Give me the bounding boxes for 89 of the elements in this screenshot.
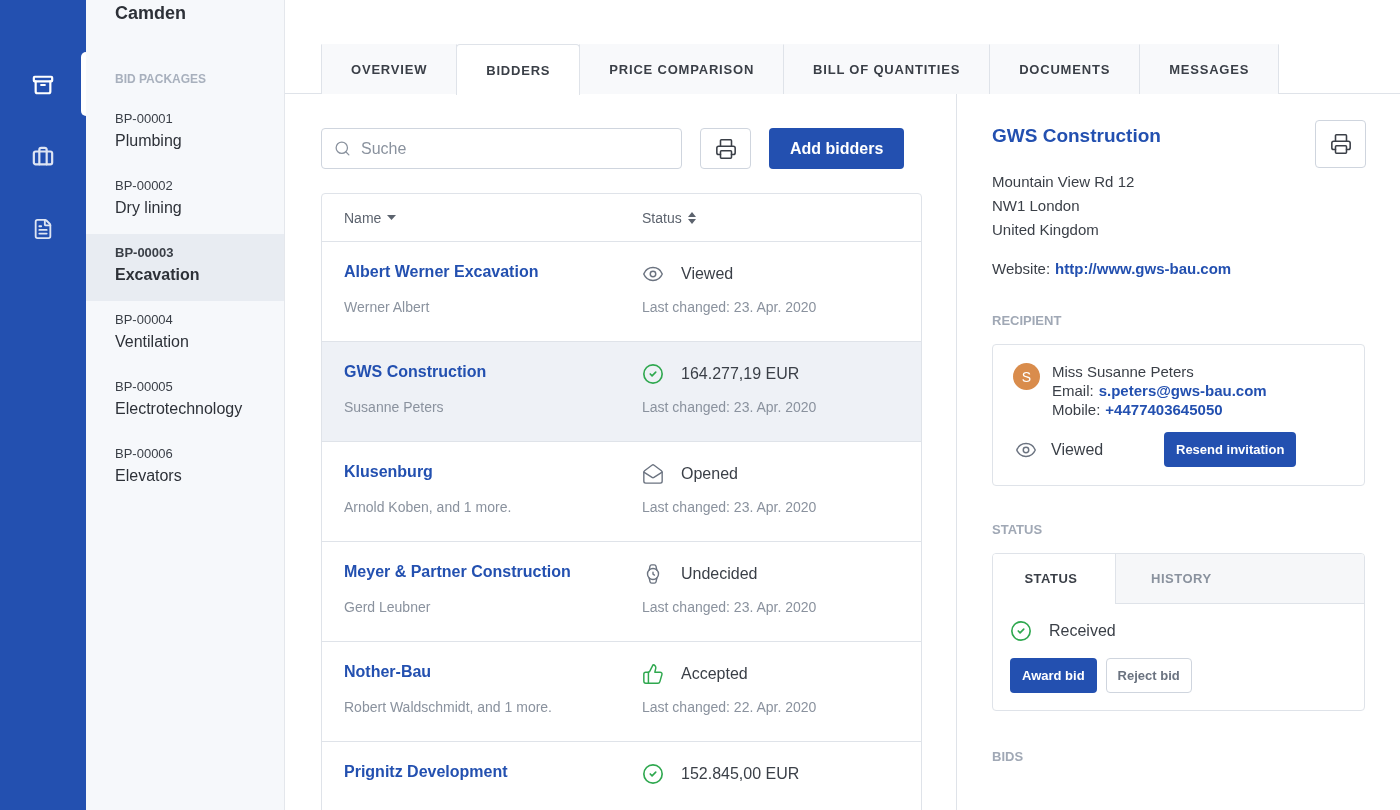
printer-icon (1329, 133, 1352, 155)
status-text: Opened (681, 465, 738, 483)
package-code: BP-00005 (115, 379, 173, 394)
open-envelope-icon (642, 463, 664, 485)
package-code: BP-00001 (115, 111, 173, 126)
section-heading: STATUS (992, 522, 1044, 537)
email-link[interactable]: s.peters@gws-bau.com (1098, 382, 1267, 399)
project-title: Camden (114, 2, 187, 25)
document-icon (32, 218, 54, 240)
package-name: Plumbing (115, 132, 182, 150)
package-name: Elevators (115, 467, 182, 485)
tab[interactable]: OVERVIEW (321, 44, 458, 94)
address-line: United Kingdom (992, 220, 1099, 240)
package-code: BP-00004 (115, 312, 173, 327)
package-code: BP-00002 (115, 178, 173, 193)
website-link[interactable]: http://www.gws-bau.com (1055, 260, 1232, 277)
archive-icon (32, 74, 54, 96)
section-heading: BID PACKAGES (114, 71, 208, 88)
contact-name: Werner Albert (344, 299, 430, 315)
package-code: BP-00006 (115, 446, 173, 461)
address-line: NW1 London (992, 196, 1080, 216)
status-text: 164.277,19 EUR (681, 365, 800, 383)
bidder-name-link[interactable]: Prignitz Development (344, 763, 508, 785)
print-button[interactable] (700, 128, 751, 169)
check-circle-icon (1010, 620, 1032, 642)
package-name: Dry lining (115, 199, 182, 217)
sidebar-item[interactable]: BP-00002 Dry lining (86, 167, 284, 234)
mobile-label: Mobile: (1052, 401, 1101, 418)
tab[interactable]: BIDDERS (456, 44, 581, 95)
status-text: Viewed (1051, 440, 1105, 459)
status-text: 152.845,00 EUR (681, 765, 800, 783)
package-name: Ventilation (115, 333, 189, 351)
search-field[interactable]: Suche (321, 128, 682, 169)
sidebar-item[interactable]: BP-00001 Plumbing (86, 100, 284, 167)
thumbs-up-icon (642, 663, 664, 685)
package-code: BP-00003 (115, 245, 174, 260)
column-header[interactable]: Name (344, 209, 397, 226)
column-header[interactable]: Status (642, 209, 696, 226)
avatar: S (1013, 363, 1040, 390)
last-changed: Last changed: 23. Apr. 2020 (642, 299, 817, 315)
bidder-title: GWS Construction (992, 125, 1161, 147)
sort-icon (687, 211, 696, 224)
tab[interactable]: MESSAGES (1139, 44, 1280, 94)
bidder-name-link[interactable]: Nother-Bau (344, 663, 432, 685)
contact-name: Gerd Leubner (344, 599, 431, 615)
add-bidders-button[interactable]: Add bidders (769, 128, 905, 169)
sidebar-item[interactable]: BP-00003 Excavation (86, 234, 284, 301)
contact-name: Robert Waldschmidt, and 1 more. (344, 699, 552, 715)
last-changed: Last changed: 23. Apr. 2020 (642, 399, 817, 415)
contact-name: Arnold Koben, and 1 more. (344, 499, 512, 515)
award-bid-button[interactable]: Award bid (1010, 658, 1097, 693)
search-input[interactable]: Suche (359, 138, 669, 159)
status-text: Undecided (681, 565, 758, 583)
status-text: Received (1049, 622, 1116, 640)
contact-name: Susanne Peters (344, 399, 444, 415)
status-text: Accepted (681, 665, 748, 683)
section-heading: RECIPIENT (992, 313, 1063, 328)
briefcase-icon (32, 146, 54, 168)
status-text: Viewed (681, 265, 734, 283)
last-changed: Last changed: 23. Apr. 2020 (642, 499, 817, 515)
section-heading: BIDS (992, 749, 1025, 764)
printer-icon (714, 137, 737, 160)
address-line: Mountain View Rd 12 (992, 172, 1135, 192)
check-circle-icon (642, 763, 664, 785)
bidder-name-link[interactable]: Meyer & Partner Construction (344, 563, 571, 585)
sidebar-item[interactable]: BP-00006 Elevators (86, 435, 284, 502)
sort-down-icon (387, 215, 397, 220)
check-circle-icon (642, 363, 664, 385)
print-button[interactable] (1315, 120, 1366, 168)
email-label: Email: (1052, 382, 1094, 399)
bidder-name-link[interactable]: Klusenburg (344, 463, 433, 485)
sidebar-item[interactable]: BP-00005 Electrotechnology (86, 368, 284, 435)
package-name: Electrotechnology (115, 400, 243, 418)
reject-bid-button[interactable]: Reject bid (1105, 658, 1192, 693)
recipient-name: Miss Susanne Peters (1052, 363, 1195, 380)
tab[interactable]: BILL OF QUANTITIES (783, 44, 991, 94)
last-changed: Last changed: 22. Apr. 2020 (642, 699, 817, 715)
tab[interactable]: DOCUMENTS (989, 44, 1141, 94)
tab[interactable]: PRICE COMPARISON (579, 44, 785, 94)
sidebar-item[interactable]: BP-00004 Ventilation (86, 301, 284, 368)
search-icon (334, 140, 351, 157)
package-name: Excavation (115, 266, 200, 284)
bidder-name-link[interactable]: GWS Construction (344, 363, 487, 385)
website-label: Website: (992, 260, 1051, 277)
table-row[interactable]: GWS Construction 164.277,19 EUR Susanne Peters Last changed: 23. Apr. 2020 (322, 342, 921, 442)
resend-invitation-button[interactable]: Resend invitation (1164, 432, 1297, 467)
phone-link[interactable]: +4477403645050 (1105, 401, 1223, 418)
bidder-name-link[interactable]: Albert Werner Excavation (344, 263, 539, 285)
last-changed: Last changed: 23. Apr. 2020 (642, 599, 817, 615)
